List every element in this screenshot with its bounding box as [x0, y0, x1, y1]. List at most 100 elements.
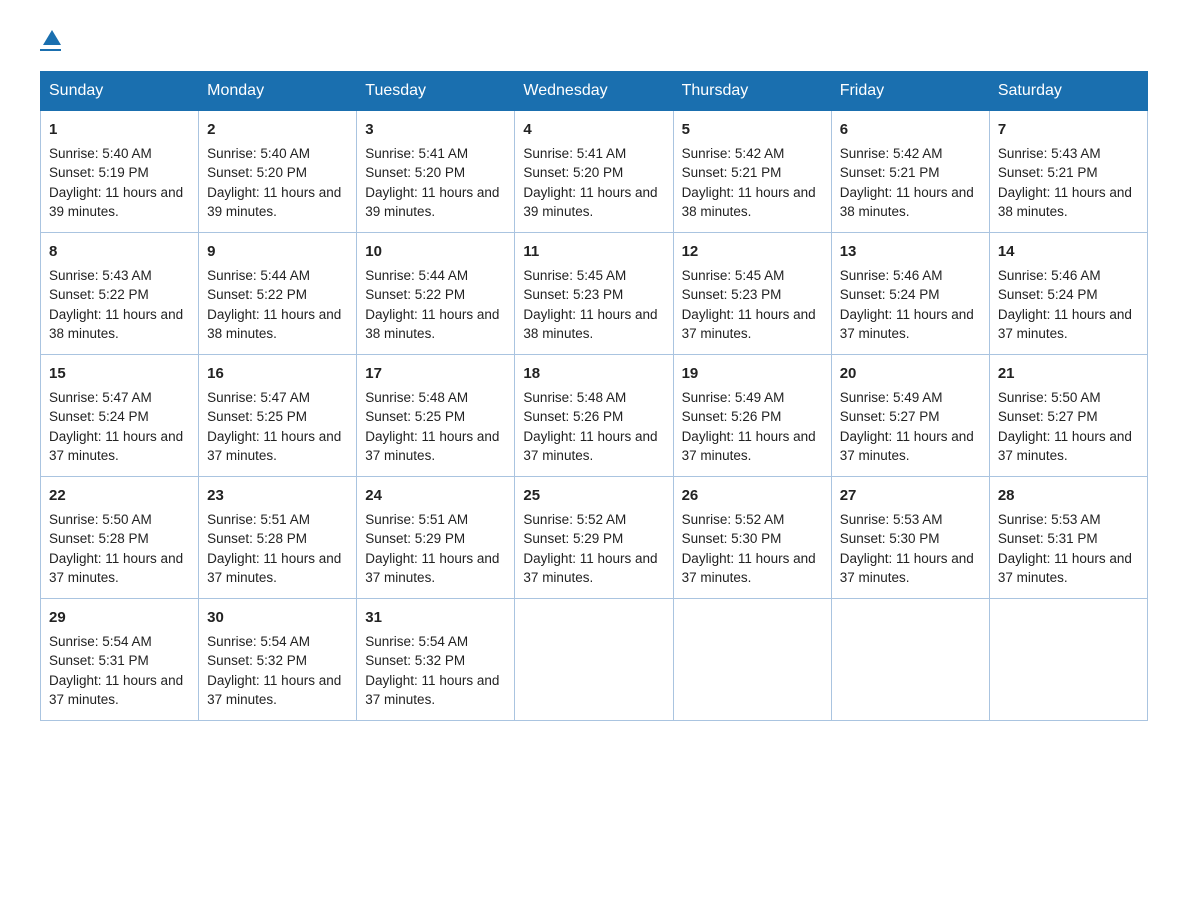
- calendar-cell: 21Sunrise: 5:50 AMSunset: 5:27 PMDayligh…: [989, 355, 1147, 477]
- calendar-cell: 13 Sunrise: 5:46 AM Sunset: 5:24 PM Dayligh…: [831, 233, 989, 355]
- day-number: 12: [682, 241, 823, 263]
- sunrise-label: Sunrise: 5:43 AM: [998, 146, 1101, 161]
- sunrise-label: Sunrise: 5:54 AM: [49, 634, 152, 649]
- sunset-label: Sunset: 5:19 PM: [49, 165, 149, 180]
- sunrise-label: Sunrise: 5:45 AM: [523, 268, 626, 283]
- day-number: 26: [682, 485, 823, 507]
- sunrise-label: Sunrise: 5:46 AM: [998, 268, 1101, 283]
- daylight-label: Daylight: 11 hours and 38 minutes.: [49, 307, 183, 342]
- week-row-2: 8Sunrise: 5:43 AMSunset: 5:22 PMDaylight…: [41, 233, 1148, 355]
- calendar-cell: 9Sunrise: 5:44 AMSunset: 5:22 PMDaylight…: [199, 233, 357, 355]
- sunset-label: Sunset: 5:32 PM: [365, 653, 465, 668]
- sunrise-label: Sunrise: 5:48 AM: [523, 390, 626, 405]
- sunset-label: Sunset: 5:30 PM: [840, 531, 940, 546]
- daylight-label: Daylight: 11 hours and 37 minutes.: [840, 307, 974, 342]
- calendar-cell: 2Sunrise: 5:40 AMSunset: 5:20 PMDaylight…: [199, 111, 357, 233]
- daylight-label: Daylight: 11 hours and 37 minutes.: [523, 429, 657, 464]
- sunrise-label: Sunrise: 5:50 AM: [998, 390, 1101, 405]
- sunrise-label: Sunrise: 5:47 AM: [207, 390, 310, 405]
- daylight-label: Daylight: 11 hours and 37 minutes.: [207, 673, 341, 708]
- day-number: 8: [49, 241, 190, 263]
- sunrise-label: Sunrise: 5:52 AM: [523, 512, 626, 527]
- daylight-label: Daylight: 11 hours and 37 minutes.: [523, 551, 657, 586]
- sunset-label: Sunset: 5:32 PM: [207, 653, 307, 668]
- sunset-label: Sunset: 5:21 PM: [998, 165, 1098, 180]
- calendar-cell: [989, 599, 1147, 721]
- calendar-cell: 3Sunrise: 5:41 AMSunset: 5:20 PMDaylight…: [357, 111, 515, 233]
- day-number: 7: [998, 119, 1139, 141]
- sunrise-label: Sunrise: 5:41 AM: [365, 146, 468, 161]
- daylight-label: Daylight: 11 hours and 37 minutes.: [682, 429, 816, 464]
- sunrise-label: Sunrise: 5:46 AM: [840, 268, 943, 283]
- daylight-label: Daylight: 11 hours and 37 minutes.: [998, 429, 1132, 464]
- day-number: 20: [840, 363, 981, 385]
- calendar-cell: 30Sunrise: 5:54 AMSunset: 5:32 PMDayligh…: [199, 599, 357, 721]
- day-number: 14: [998, 241, 1139, 263]
- sunset-label: Sunset: 5:25 PM: [365, 409, 465, 424]
- sunset-label: Sunset: 5:24 PM: [49, 409, 149, 424]
- page-header: [40, 30, 1148, 51]
- logo-divider: [40, 49, 61, 51]
- daylight-label: Daylight: 11 hours and 38 minutes.: [682, 185, 816, 220]
- day-number: 19: [682, 363, 823, 385]
- calendar-cell: 12Sunrise: 5:45 AMSunset: 5:23 PMDayligh…: [673, 233, 831, 355]
- sunset-label: Sunset: 5:30 PM: [682, 531, 782, 546]
- day-number: 11: [523, 241, 664, 263]
- calendar-cell: 15Sunrise: 5:47 AMSunset: 5:24 PMDayligh…: [41, 355, 199, 477]
- daylight-label: Daylight: 11 hours and 39 minutes.: [523, 185, 657, 220]
- sunset-label: Sunset: 5:23 PM: [682, 287, 782, 302]
- calendar-cell: 11Sunrise: 5:45 AMSunset: 5:23 PMDayligh…: [515, 233, 673, 355]
- calendar-cell: 17Sunrise: 5:48 AMSunset: 5:25 PMDayligh…: [357, 355, 515, 477]
- daylight-label: Daylight: 11 hours and 37 minutes.: [682, 551, 816, 586]
- day-number: 24: [365, 485, 506, 507]
- calendar-cell: 20Sunrise: 5:49 AMSunset: 5:27 PMDayligh…: [831, 355, 989, 477]
- day-number: 16: [207, 363, 348, 385]
- daylight-label: Daylight: 11 hours and 37 minutes.: [49, 673, 183, 708]
- day-number: 31: [365, 607, 506, 629]
- sunrise-label: Sunrise: 5:42 AM: [682, 146, 785, 161]
- calendar-cell: 28Sunrise: 5:53 AMSunset: 5:31 PMDayligh…: [989, 477, 1147, 599]
- day-header-tuesday: Tuesday: [357, 72, 515, 111]
- day-number: 27: [840, 485, 981, 507]
- sunrise-label: Sunrise: 5:53 AM: [998, 512, 1101, 527]
- sunset-label: Sunset: 5:23 PM: [523, 287, 623, 302]
- sunrise-label: Sunrise: 5:53 AM: [840, 512, 943, 527]
- day-header-monday: Monday: [199, 72, 357, 111]
- day-number: 6: [840, 119, 981, 141]
- sunset-label: Sunset: 5:31 PM: [49, 653, 149, 668]
- calendar-cell: 8Sunrise: 5:43 AMSunset: 5:22 PMDaylight…: [41, 233, 199, 355]
- calendar-cell: 29Sunrise: 5:54 AMSunset: 5:31 PMDayligh…: [41, 599, 199, 721]
- calendar-cell: 27 Sunrise: 5:53 AM Sunset: 5:30 PM Dayligh…: [831, 477, 989, 599]
- daylight-label: Daylight: 11 hours and 37 minutes.: [998, 307, 1132, 342]
- calendar-cell: [673, 599, 831, 721]
- calendar-cell: 23Sunrise: 5:51 AMSunset: 5:28 PMDayligh…: [199, 477, 357, 599]
- daylight-label: Daylight: 11 hours and 38 minutes.: [207, 307, 341, 342]
- daylight-label: Daylight: 11 hours and 37 minutes.: [840, 551, 974, 586]
- daylight-label: Daylight: 11 hours and 39 minutes.: [49, 185, 183, 220]
- day-header-thursday: Thursday: [673, 72, 831, 111]
- daylight-label: Daylight: 11 hours and 37 minutes.: [207, 429, 341, 464]
- day-number: 18: [523, 363, 664, 385]
- calendar-table: SundayMondayTuesdayWednesdayThursdayFrid…: [40, 71, 1148, 721]
- daylight-label: Daylight: 11 hours and 38 minutes.: [365, 307, 499, 342]
- sunrise-label: Sunrise: 5:43 AM: [49, 268, 152, 283]
- day-number: 5: [682, 119, 823, 141]
- daylight-label: Daylight: 11 hours and 39 minutes.: [365, 185, 499, 220]
- daylight-label: Daylight: 11 hours and 37 minutes.: [365, 429, 499, 464]
- sunset-label: Sunset: 5:20 PM: [207, 165, 307, 180]
- day-number: 23: [207, 485, 348, 507]
- sunrise-label: Sunrise: 5:40 AM: [207, 146, 310, 161]
- sunrise-label: Sunrise: 5:51 AM: [207, 512, 310, 527]
- sunset-label: Sunset: 5:27 PM: [840, 409, 940, 424]
- calendar-cell: 31Sunrise: 5:54 AMSunset: 5:32 PMDayligh…: [357, 599, 515, 721]
- sunrise-label: Sunrise: 5:50 AM: [49, 512, 152, 527]
- day-number: 28: [998, 485, 1139, 507]
- calendar-cell: 26Sunrise: 5:52 AMSunset: 5:30 PMDayligh…: [673, 477, 831, 599]
- sunset-label: Sunset: 5:28 PM: [207, 531, 307, 546]
- sunset-label: Sunset: 5:26 PM: [682, 409, 782, 424]
- day-number: 4: [523, 119, 664, 141]
- day-number: 13: [840, 241, 981, 263]
- sunset-label: Sunset: 5:24 PM: [840, 287, 940, 302]
- sunrise-label: Sunrise: 5:41 AM: [523, 146, 626, 161]
- sunset-label: Sunset: 5:26 PM: [523, 409, 623, 424]
